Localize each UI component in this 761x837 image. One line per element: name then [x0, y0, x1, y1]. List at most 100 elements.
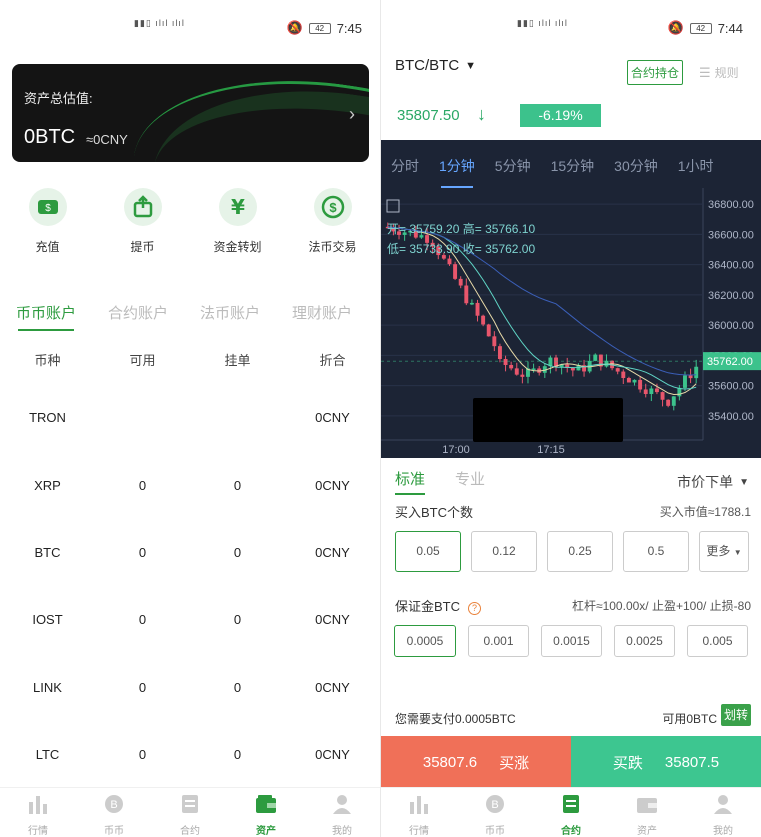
- mute-icon: 🔕: [286, 20, 303, 35]
- coin-name: LTC: [35, 747, 60, 763]
- buy-down-button[interactable]: 买跌 35807.5: [571, 736, 761, 788]
- nav-label: 我的: [332, 826, 352, 837]
- transfer-button[interactable]: 划转: [721, 704, 751, 726]
- table-row[interactable]: TRON 0CNY: [0, 384, 380, 451]
- margin-option[interactable]: 0.0015: [541, 625, 602, 657]
- candle-body: [643, 389, 648, 395]
- tab-spot-account[interactable]: 币币账户: [0, 302, 92, 331]
- nav-contract[interactable]: 合约: [533, 788, 609, 837]
- order-type-value: 市价下单: [677, 474, 734, 490]
- period-tabs: 分时 1分钟 5分钟 15分钟 30分钟 1小时: [381, 140, 761, 188]
- margin-option[interactable]: 0.0025: [614, 625, 675, 657]
- tab-fiat-account[interactable]: 法币账户: [184, 302, 276, 331]
- rules-button[interactable]: ☰ 规则: [699, 64, 739, 81]
- candle-body: [469, 302, 474, 305]
- margin-option[interactable]: 0.001: [468, 625, 529, 657]
- candle-body: [492, 336, 497, 347]
- nav-spot[interactable]: B 币币: [76, 788, 152, 837]
- deposit-button[interactable]: $ 充值: [0, 188, 95, 255]
- coin-available: 0: [138, 679, 147, 695]
- tab-finance-account[interactable]: 理财账户: [276, 302, 368, 331]
- amount-option[interactable]: 0.5: [623, 531, 689, 572]
- tab-30min[interactable]: 30分钟: [604, 140, 668, 188]
- coin-equivalent: 0CNY: [315, 612, 350, 628]
- candle-body: [621, 371, 626, 379]
- candle-body: [486, 324, 491, 337]
- help-icon[interactable]: ?: [468, 602, 482, 615]
- fund-transfer-button[interactable]: ¥ 资金转划: [190, 188, 285, 255]
- nav-assets[interactable]: 资产: [609, 788, 685, 837]
- table-row[interactable]: LTC 0 0 0CNY: [0, 721, 380, 788]
- margin-option[interactable]: 0.0005: [394, 625, 456, 657]
- fiat-trade-label: 法币交易: [308, 240, 357, 254]
- contract-icon: [182, 795, 198, 813]
- status-time: 7:45: [336, 20, 362, 36]
- coin-name: IOST: [32, 612, 63, 628]
- y-tick-label: 36400.00: [708, 260, 754, 272]
- coin-available: 0: [138, 747, 147, 763]
- tab-1hour[interactable]: 1小时: [668, 140, 724, 188]
- nav-mine[interactable]: 我的: [685, 788, 761, 837]
- price-change-badge: -6.19%: [520, 104, 601, 127]
- nav-label: 币币: [485, 826, 505, 837]
- tab-standard[interactable]: 标准: [395, 468, 426, 495]
- candle-body: [666, 399, 671, 406]
- amount-option[interactable]: 0.25: [547, 531, 613, 572]
- market-icon: [29, 796, 47, 814]
- nav-assets[interactable]: 资产: [228, 788, 304, 837]
- more-amounts-button[interactable]: 更多 ▼: [699, 531, 749, 572]
- fiat-trade-button[interactable]: $ 法币交易: [285, 188, 380, 255]
- candle-body: [453, 264, 458, 279]
- candle-body: [638, 379, 643, 390]
- candle-body: [694, 366, 699, 379]
- tab-timeshare[interactable]: 分时: [381, 140, 429, 188]
- bottom-nav: 行情 B 币币 合约 资产 我的: [381, 787, 761, 837]
- candle-body: [677, 387, 682, 397]
- margin-option[interactable]: 0.005: [687, 625, 748, 657]
- rules-icon: ☰: [699, 64, 711, 80]
- tab-pro[interactable]: 专业: [455, 468, 485, 495]
- bitcoin-icon: B: [486, 795, 504, 813]
- coin-available: 0: [138, 477, 147, 493]
- table-row[interactable]: IOST 0 0 0CNY: [0, 586, 380, 653]
- nav-market[interactable]: 行情: [381, 788, 457, 837]
- more-label: 更多: [706, 544, 731, 558]
- nav-label: 我的: [713, 826, 733, 837]
- chevron-right-icon[interactable]: ›: [349, 104, 355, 125]
- bitcoin-icon: B: [105, 795, 123, 813]
- nav-contract[interactable]: 合约: [152, 788, 228, 837]
- amount-options: 0.05 0.12 0.25 0.5 更多 ▼: [395, 531, 749, 572]
- nav-spot[interactable]: B 币币: [457, 788, 533, 837]
- coin-pending: 0: [233, 477, 242, 493]
- fund-transfer-label: 资金转划: [213, 240, 262, 254]
- nav-market[interactable]: 行情: [0, 788, 76, 837]
- user-icon: [714, 795, 732, 814]
- table-row[interactable]: XRP 0 0 0CNY: [0, 451, 380, 518]
- table-row[interactable]: LINK 0 0 0CNY: [0, 654, 380, 721]
- wallet-icon: [256, 795, 276, 813]
- order-type-select[interactable]: 市价下单 ▼: [677, 472, 749, 492]
- tab-5min[interactable]: 5分钟: [485, 140, 541, 188]
- pair-selector[interactable]: BTC/BTC ▼: [395, 57, 476, 74]
- contract-positions-button[interactable]: 合约持仓: [627, 60, 684, 85]
- tab-contract-account[interactable]: 合约账户: [92, 302, 184, 331]
- battery-icon: 42: [689, 22, 712, 34]
- coin-pending: 0: [233, 612, 242, 628]
- buy-up-button[interactable]: 35807.6 买涨: [381, 736, 571, 788]
- arrow-down-icon: ↓: [477, 104, 486, 124]
- amount-option[interactable]: 0.05: [395, 531, 461, 572]
- caret-down-icon: ▼: [465, 59, 477, 72]
- kline-chart[interactable]: 分时 1分钟 5分钟 15分钟 30分钟 1小时 36800.00 36600.0…: [381, 140, 761, 458]
- card-arc: [120, 64, 369, 162]
- status-bar: ▮▮▯ ılıl ılıl 🔕 42 7:45: [0, 0, 380, 52]
- caret-down-icon: ▼: [733, 548, 742, 557]
- withdraw-button[interactable]: 提币: [95, 188, 190, 255]
- asset-summary-card[interactable]: 资产总估值: 0BTC ≈0CNY ›: [12, 64, 369, 162]
- tab-15min[interactable]: 15分钟: [541, 140, 605, 188]
- amount-option[interactable]: 0.12: [471, 531, 537, 572]
- table-row[interactable]: BTC 0 0 0CNY: [0, 519, 380, 586]
- nav-mine[interactable]: 我的: [304, 788, 380, 837]
- tab-1min[interactable]: 1分钟: [429, 140, 485, 188]
- caret-down-icon: ▼: [739, 476, 749, 488]
- candle-body: [481, 315, 486, 325]
